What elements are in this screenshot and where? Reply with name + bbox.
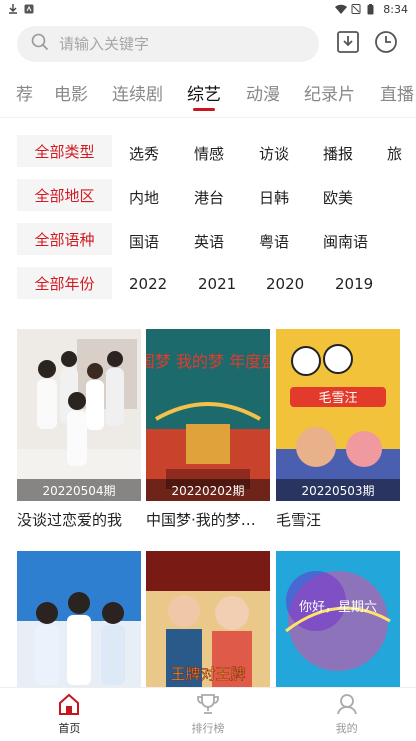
filter-option[interactable]: 闽南语 xyxy=(323,231,368,252)
show-poster[interactable]: 中国梦 我的梦 年度盛典 20220202期 xyxy=(146,329,270,501)
no-sim-icon xyxy=(351,4,361,14)
home-icon xyxy=(57,693,81,718)
filter-option[interactable]: 选秀 xyxy=(129,143,159,164)
download-button[interactable] xyxy=(335,31,361,57)
show-poster[interactable]: 20220504期 xyxy=(17,329,141,501)
tab-series[interactable]: 连续剧 xyxy=(112,80,163,105)
active-tab-indicator xyxy=(193,108,215,111)
tab-anime[interactable]: 动漫 xyxy=(246,80,280,105)
filter-option[interactable]: 2019 xyxy=(335,275,373,293)
status-time: 8:34 xyxy=(383,2,408,16)
filter-option[interactable]: 2022 xyxy=(129,275,167,293)
search-input[interactable] xyxy=(59,35,279,53)
tab-variety[interactable]: 综艺 xyxy=(187,80,221,105)
download-notification-icon xyxy=(8,4,18,14)
download-icon xyxy=(336,30,360,58)
show-card[interactable]: 中国梦 我的梦 年度盛典 20220202期 中国梦·我的梦—… xyxy=(146,329,270,530)
nav-profile[interactable]: 我的 xyxy=(277,688,416,741)
filter-option[interactable]: 港台 xyxy=(194,187,224,208)
search-icon xyxy=(31,33,49,55)
bottom-nav: 首页 排行榜 我的 xyxy=(0,687,416,741)
nav-home[interactable]: 首页 xyxy=(0,688,139,741)
nav-ranking[interactable]: 排行榜 xyxy=(139,688,278,741)
filter-panel: 全部类型 选秀 情感 访谈 播报 旅 全部地区 内地 港台 日韩 欧美 全部语种… xyxy=(0,131,416,307)
filter-option[interactable]: 情感 xyxy=(194,143,224,164)
show-card[interactable] xyxy=(17,551,141,689)
episode-label: 20220504期 xyxy=(17,479,141,501)
clock-icon xyxy=(374,30,398,58)
filter-option[interactable]: 英语 xyxy=(194,231,224,252)
show-card[interactable]: 20220504期 没谈过恋爱的我 xyxy=(17,329,141,530)
show-card[interactable]: 王牌对王牌 xyxy=(146,551,270,689)
filter-all-year[interactable]: 全部年份 xyxy=(17,267,112,299)
filter-option[interactable]: 国语 xyxy=(129,231,159,252)
filter-row-language: 全部语种 国语 英语 粤语 闽南语 xyxy=(0,219,416,263)
poster-title-text: 毛雪汪 xyxy=(318,391,357,406)
status-bar: 8:34 xyxy=(0,0,416,18)
top-bar xyxy=(0,26,416,64)
filter-all-language[interactable]: 全部语种 xyxy=(17,223,112,255)
filter-option[interactable]: 2020 xyxy=(266,275,304,293)
show-poster[interactable]: 王牌对王牌 xyxy=(146,551,270,689)
tab-documentary[interactable]: 纪录片 xyxy=(304,80,355,105)
show-title: 毛雪汪 xyxy=(276,511,322,529)
episode-label: 20220503期 xyxy=(276,479,400,501)
filter-all-region[interactable]: 全部地区 xyxy=(17,179,112,211)
filter-option[interactable]: 旅 xyxy=(387,143,402,164)
filter-row-type: 全部类型 选秀 情感 访谈 播报 旅 xyxy=(0,131,416,175)
show-poster[interactable] xyxy=(17,551,141,689)
battery-icon xyxy=(367,4,377,15)
filter-row-year: 全部年份 2022 2021 2020 2019 xyxy=(0,263,416,307)
poster-title-text: 中国梦 我的梦 年度盛典 xyxy=(146,352,270,371)
show-card[interactable]: 毛雪汪 20220503期 毛雪汪 xyxy=(276,329,400,530)
poster-title-text: 王牌对王牌 xyxy=(170,665,245,683)
filter-option[interactable]: 日韩 xyxy=(259,187,289,208)
episode-label: 20220202期 xyxy=(146,479,270,501)
profile-icon xyxy=(335,693,359,718)
nav-profile-label: 我的 xyxy=(335,722,358,735)
show-poster[interactable]: 毛雪汪 20220503期 xyxy=(276,329,400,501)
show-title: 没谈过恋爱的我 xyxy=(17,511,123,529)
filter-option[interactable]: 内地 xyxy=(129,187,159,208)
show-title: 中国梦·我的梦—… xyxy=(146,511,270,529)
filter-option[interactable]: 访谈 xyxy=(259,143,289,164)
history-button[interactable] xyxy=(373,31,399,57)
show-card[interactable]: 你好，星期六 xyxy=(276,551,400,689)
tab-live[interactable]: 直播 xyxy=(380,80,414,105)
app-notification-icon xyxy=(24,4,34,14)
nav-home-label: 首页 xyxy=(58,722,81,735)
show-poster[interactable]: 你好，星期六 xyxy=(276,551,400,689)
tab-recommend[interactable]: 荐 xyxy=(16,80,33,105)
poster-title-text: 你好，星期六 xyxy=(299,600,377,615)
search-box[interactable] xyxy=(17,26,319,62)
filter-option[interactable]: 播报 xyxy=(323,143,353,164)
tab-movie[interactable]: 电影 xyxy=(54,80,88,105)
filter-all-type[interactable]: 全部类型 xyxy=(17,135,112,167)
trophy-icon xyxy=(196,693,220,718)
wifi-icon xyxy=(335,4,348,14)
filter-option[interactable]: 2021 xyxy=(198,275,236,293)
filter-row-region: 全部地区 内地 港台 日韩 欧美 xyxy=(0,175,416,219)
nav-ranking-label: 排行榜 xyxy=(191,722,225,735)
filter-option[interactable]: 粤语 xyxy=(259,231,289,252)
filter-option[interactable]: 欧美 xyxy=(323,187,353,208)
